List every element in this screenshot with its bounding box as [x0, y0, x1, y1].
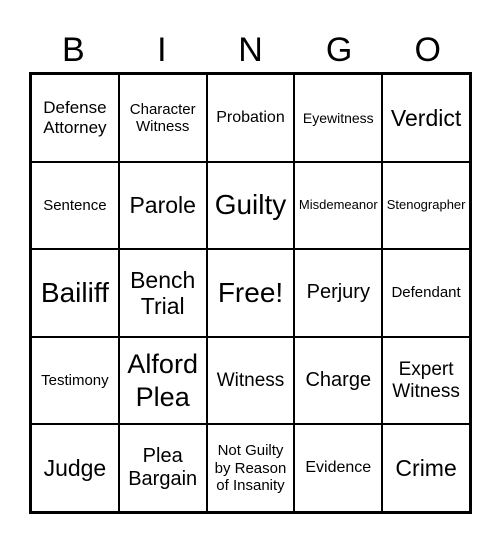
bingo-cell[interactable]: Verdict — [382, 74, 470, 162]
bingo-cell[interactable]: Misdemeanor — [294, 161, 383, 250]
bingo-cell[interactable]: Defendant — [382, 249, 470, 337]
bingo-cell-free[interactable]: Free! — [206, 249, 295, 337]
bingo-cell[interactable]: Alford Plea — [118, 336, 207, 425]
bingo-cell[interactable]: Bailiff — [31, 249, 119, 337]
bingo-cell[interactable]: Parole — [118, 161, 207, 250]
header-letter-i: I — [157, 31, 167, 69]
bingo-cell[interactable]: Testimony — [31, 336, 119, 425]
header-letter-n: N — [238, 31, 263, 69]
header-letter-g: G — [325, 31, 353, 69]
header-letter-o: O — [414, 31, 441, 69]
bingo-cell[interactable]: Judge — [31, 424, 119, 512]
bingo-cell[interactable]: Bench Trial — [118, 249, 207, 337]
bingo-cell[interactable]: Plea Bargain — [118, 424, 207, 512]
bingo-grid: Defense Attorney Character Witness Proba… — [29, 72, 472, 514]
bingo-cell[interactable]: Eyewitness — [294, 74, 383, 162]
header-letter-b: B — [61, 31, 85, 69]
bingo-cell[interactable]: Character Witness — [118, 74, 207, 162]
bingo-header: B I N G O — [29, 30, 472, 70]
bingo-cell[interactable]: Sentence — [31, 161, 119, 250]
bingo-cell[interactable]: Evidence — [294, 424, 383, 512]
bingo-cell[interactable]: Charge — [294, 336, 383, 425]
bingo-cell[interactable]: Probation — [206, 74, 295, 162]
bingo-cell[interactable]: Crime — [382, 424, 470, 512]
bingo-cell[interactable]: Guilty — [206, 161, 295, 250]
bingo-cell[interactable]: Defense Attorney — [31, 74, 119, 162]
bingo-cell[interactable]: Perjury — [294, 249, 383, 337]
bingo-cell[interactable]: Not Guilty by Reason of Insanity — [206, 424, 295, 512]
bingo-cell[interactable]: Expert Witness — [382, 336, 470, 425]
bingo-cell[interactable]: Witness — [206, 336, 295, 425]
bingo-cell[interactable]: Stenographer — [382, 161, 470, 250]
